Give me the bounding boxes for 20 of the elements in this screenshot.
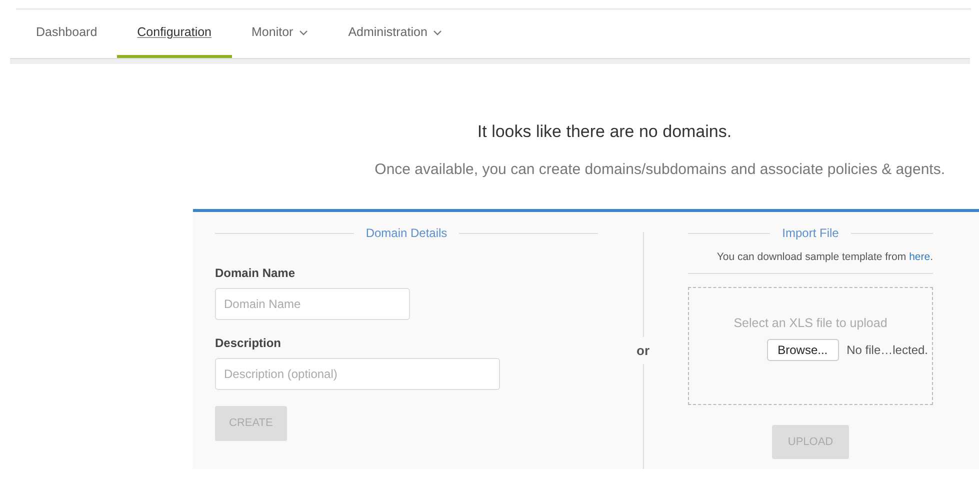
empty-state-subtitle: Once available, you can create domains/subdomains and associate policies & agents. <box>374 160 946 180</box>
field-label: Domain Name <box>215 265 296 282</box>
upload-hint: Select an XLS file to upload <box>734 314 888 332</box>
browse-button[interactable]: Browse... <box>766 338 839 360</box>
input-field[interactable]: Description (optional) <box>215 358 500 390</box>
section-heading: Domain Details <box>366 225 448 242</box>
file-status: No file…lected. <box>846 342 928 358</box>
chevron-down-icon <box>433 30 442 36</box>
chevron-down-icon <box>299 30 308 36</box>
empty-state-title: It looks like there are no domains. <box>476 121 733 143</box>
or-separator: or <box>636 342 650 360</box>
field-label: Description <box>215 335 282 352</box>
nav-tab[interactable]: Monitor <box>232 10 328 58</box>
nav-tab[interactable]: Administration <box>328 10 462 58</box>
upload-drop-zone[interactable]: Select an XLS file to upload Browse... No file…lected. <box>688 286 933 405</box>
section-heading: Import File <box>782 225 839 242</box>
template-link[interactable]: here <box>909 251 930 263</box>
template-note: You can download sample template from here. <box>688 250 933 274</box>
input-field[interactable]: Domain Name <box>215 288 410 320</box>
nav-tab[interactable]: Dashboard <box>16 10 118 58</box>
